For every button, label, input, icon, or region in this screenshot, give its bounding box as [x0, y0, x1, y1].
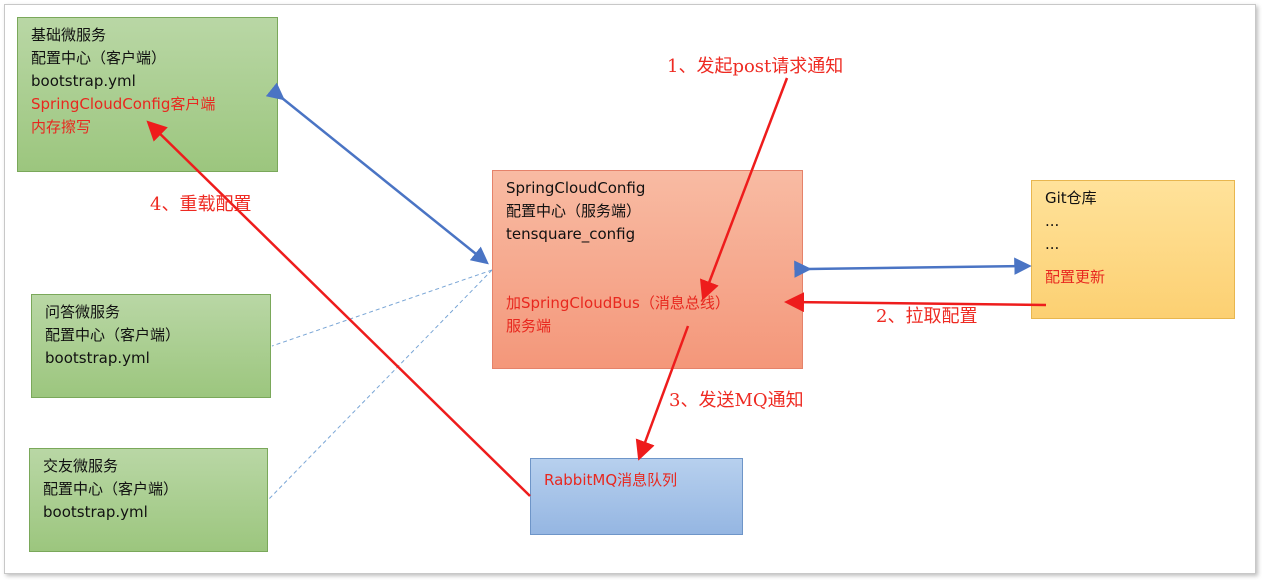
red-arrow-reload-config: [146, 120, 531, 497]
dashed-link-jiaoyou: [267, 269, 493, 501]
blue-arrow-jichu-server: [265, 82, 489, 265]
dashed-link-wenda: [271, 269, 493, 347]
red-arrow-post-request: [699, 77, 789, 301]
arrows-layer: [146, 77, 1047, 501]
blue-arrow-server-git: [794, 257, 1032, 278]
step3-label: 3、发送MQ通知: [669, 390, 804, 411]
step1-label: 1、发起post请求通知: [667, 56, 844, 77]
step2-label: 2、拉取配置: [876, 306, 978, 327]
step4-label: 4、重载配置: [150, 194, 252, 215]
